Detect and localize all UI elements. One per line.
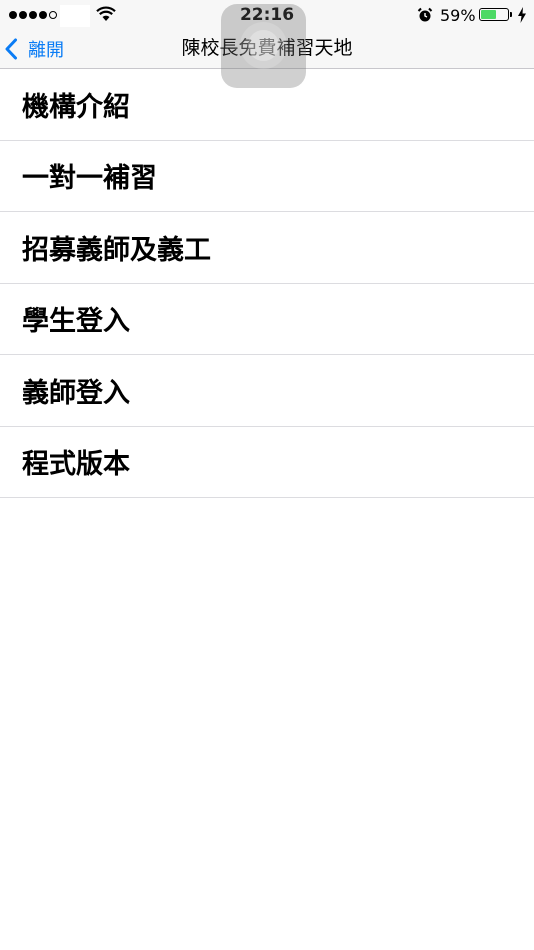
assistive-touch-button[interactable] [221, 4, 306, 88]
battery-level-fill [481, 10, 497, 19]
menu-item-app-version[interactable]: 程式版本 [0, 427, 534, 498]
battery-tip [510, 12, 512, 17]
menu-item-volunteer-teacher-login[interactable]: 義師登入 [0, 355, 534, 427]
menu-item-recruit-volunteers[interactable]: 招募義師及義工 [0, 212, 534, 284]
menu-item-student-login[interactable]: 學生登入 [0, 284, 534, 355]
assistive-touch-ring-inner [248, 30, 279, 61]
menu-list: 機構介紹 一對一補習 招募義師及義工 學生登入 義師登入 程式版本 [0, 69, 534, 498]
screen: 22:16 59% 離開 陳校長免費補習天地 機構介紹 一對一補習 招募義師及義… [0, 0, 534, 950]
battery-percentage: 59% [440, 6, 476, 25]
menu-item-one-on-one-tutoring[interactable]: 一對一補習 [0, 141, 534, 212]
alarm-icon [417, 7, 433, 22]
charging-bolt-icon [518, 7, 526, 23]
battery-icon [479, 8, 509, 21]
